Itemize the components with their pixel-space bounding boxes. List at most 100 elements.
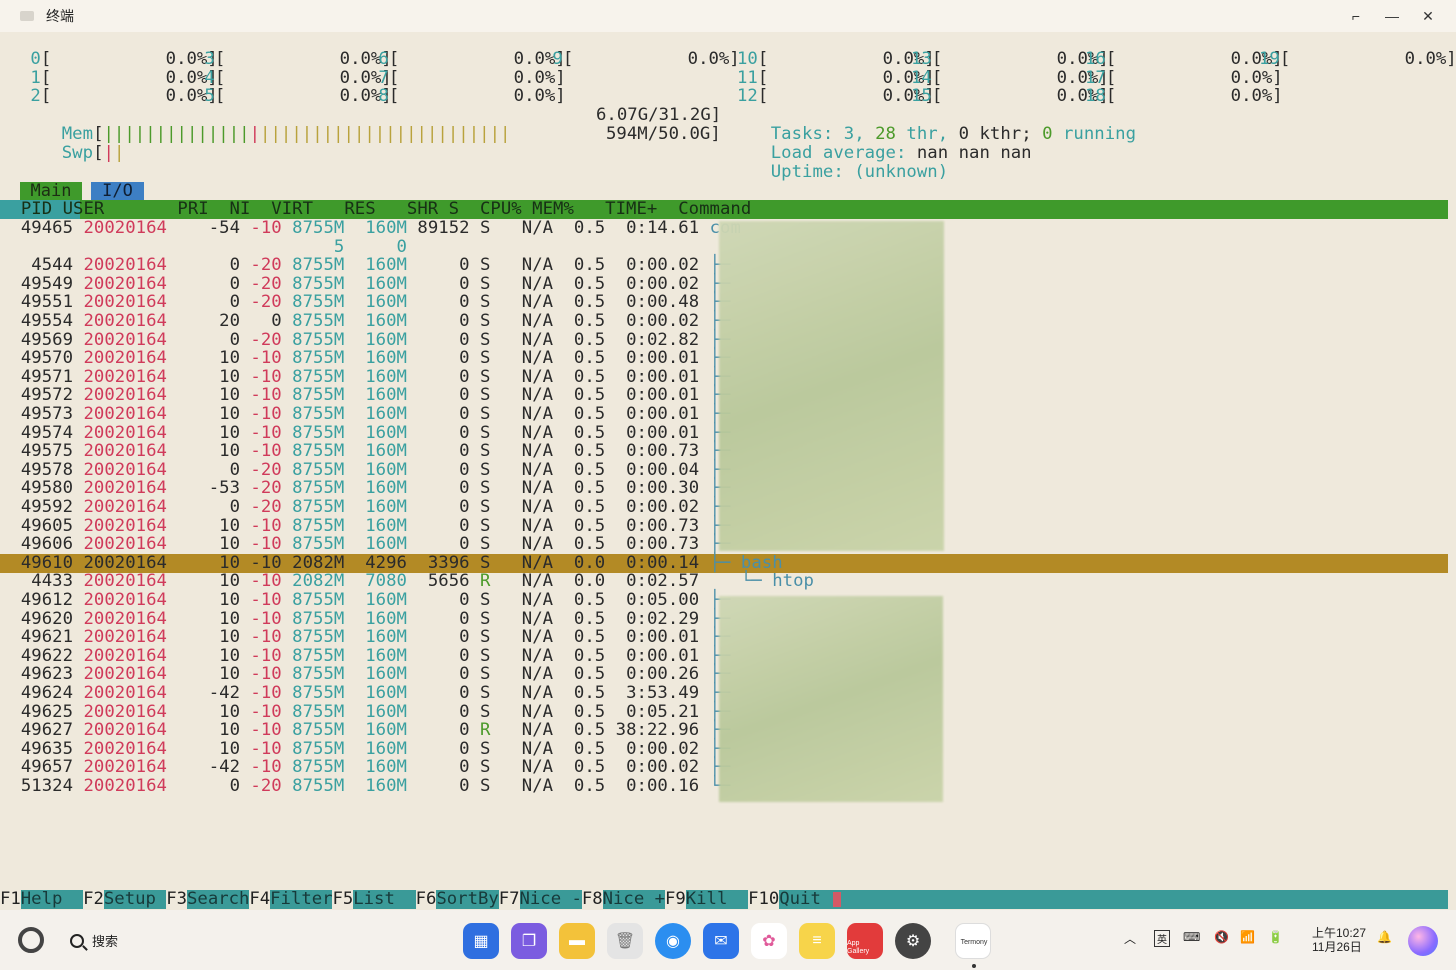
- cpu-meter-6: 6[ 0.0%]: [368, 49, 566, 69]
- start-button[interactable]: [18, 927, 44, 953]
- fn-label-f9[interactable]: Kill: [686, 890, 748, 909]
- battery-icon[interactable]: 🔋: [1268, 930, 1283, 944]
- table-row[interactable]: 49612 20020164 10 -10 8755M 160M 0 S N/A…: [0, 591, 731, 610]
- cpu-meter-5: 5[ 0.0%]: [194, 86, 392, 107]
- table-row[interactable]: 49575 20020164 10 -10 8755M 160M 0 S N/A…: [0, 442, 731, 461]
- clock-time: 上午10:27: [1312, 926, 1367, 940]
- chevron-up-icon[interactable]: ︿: [1124, 930, 1136, 947]
- restore-icon[interactable]: ⌐: [1338, 0, 1374, 32]
- fn-key-f10[interactable]: F10: [748, 890, 780, 909]
- fn-label-f6[interactable]: SortBy: [436, 890, 498, 909]
- close-icon[interactable]: ✕: [1410, 0, 1446, 32]
- ime-indicator[interactable]: 英: [1154, 930, 1170, 947]
- multitask-icon[interactable]: ❐: [511, 923, 547, 959]
- table-row[interactable]: 49606 20020164 10 -10 8755M 160M 0 S N/A…: [0, 535, 731, 554]
- cpu-meter-18: 18[ 0.0%]: [1085, 86, 1283, 107]
- fn-label-f2[interactable]: Setup: [104, 890, 166, 909]
- table-row[interactable]: 4433 20020164 10 -10 2082M 7080 5656 R N…: [0, 572, 814, 591]
- table-row[interactable]: 49570 20020164 10 -10 8755M 160M 0 S N/A…: [0, 349, 731, 368]
- assistant-orb-icon[interactable]: [1408, 926, 1438, 956]
- cpu-meter-14: 14[ 0.0%]: [911, 67, 1109, 88]
- minimize-icon[interactable]: —: [1374, 0, 1410, 32]
- files-icon[interactable]: ▬: [559, 923, 595, 959]
- fn-key-f5[interactable]: F5: [332, 890, 354, 909]
- table-row[interactable]: 49572 20020164 10 -10 8755M 160M 0 S N/A…: [0, 386, 731, 405]
- table-row[interactable]: 49571 20020164 10 -10 8755M 160M 0 S N/A…: [0, 367, 731, 387]
- fn-label-f4[interactable]: Filter: [270, 890, 332, 909]
- cpu-meter-19: 19[ 0.0%]: [1259, 49, 1456, 69]
- cpu-meter-1: 1[ 0.0%]: [20, 67, 218, 88]
- browser-icon[interactable]: ◉: [655, 923, 691, 959]
- table-row[interactable]: 49622 20020164 10 -10 8755M 160M 0 S N/A…: [0, 646, 731, 666]
- fn-key-f8[interactable]: F8: [581, 890, 603, 909]
- window-title: 终端: [46, 8, 74, 24]
- fn-key-f2[interactable]: F2: [83, 890, 104, 909]
- fn-key-f6[interactable]: F6: [415, 890, 437, 909]
- table-row[interactable]: 4544 20020164 0 -20 8755M 160M 0 S N/A 0…: [0, 256, 730, 275]
- tab-main[interactable]: Main: [20, 182, 82, 200]
- table-row[interactable]: 49627 20020164 10 -10 8755M 160M 0 R N/A…: [0, 721, 731, 740]
- tasks-info: Tasks: 3, 28 thr, 0 kthr; 0 running: [770, 123, 1137, 144]
- table-row[interactable]: 49610 20020164 10 -10 2082M 4296 3396 S …: [0, 553, 783, 573]
- photos-icon[interactable]: ✿: [751, 923, 787, 959]
- app-center-icon[interactable]: ▦: [463, 923, 499, 959]
- fn-key-f1[interactable]: F1: [0, 890, 21, 909]
- fn-key-f3[interactable]: F3: [166, 890, 188, 909]
- table-row[interactable]: 49620 20020164 10 -10 8755M 160M 0 S N/A…: [0, 609, 731, 629]
- keyboard-icon[interactable]: ⌨: [1183, 930, 1200, 944]
- title-bar: 终端 ⌐ — ✕: [0, 0, 1456, 32]
- clock-date: 11月26日: [1312, 940, 1362, 954]
- fn-label-f5[interactable]: List: [353, 890, 415, 909]
- fn-key-f4[interactable]: F4: [249, 890, 271, 909]
- table-row[interactable]: 49465 20020164 -54 -10 8755M 160M 89152 …: [0, 219, 741, 238]
- window-controls: ⌐ — ✕: [1338, 0, 1446, 32]
- notes-icon[interactable]: ≡: [799, 923, 835, 959]
- termony-app-icon: [20, 11, 34, 21]
- table-row[interactable]: 49573 20020164 10 -10 8755M 160M 0 S N/A…: [0, 405, 731, 424]
- taskbar-search[interactable]: 搜索: [70, 931, 118, 950]
- table-row[interactable]: 49621 20020164 10 -10 8755M 160M 0 S N/A…: [0, 628, 731, 647]
- fn-key-f9[interactable]: F9: [664, 890, 686, 909]
- mail-icon[interactable]: ✉: [703, 923, 739, 959]
- search-label: 搜索: [92, 934, 119, 949]
- cpu-meter-3: 3[ 0.0%]: [194, 49, 392, 69]
- terminal-area[interactable]: 0[ 0.0%] 1[ 0.0%] 2[ 0.0%] 3[ 0.0%] 4[ 0…: [0, 32, 1456, 910]
- fn-key-f7[interactable]: F7: [498, 890, 520, 909]
- cursor-marker: [833, 892, 841, 907]
- table-row[interactable]: 49635 20020164 10 -10 8755M 160M 0 S N/A…: [0, 739, 731, 759]
- termony-icon[interactable]: Termony: [955, 923, 991, 959]
- fn-label-f1[interactable]: Help: [21, 890, 83, 909]
- table-row[interactable]: 49551 20020164 0 -20 8755M 160M 0 S N/A …: [0, 293, 731, 312]
- cpu-meter-2: 2[ 0.0%]: [20, 86, 218, 107]
- notification-bell-icon[interactable]: 🔔: [1377, 930, 1392, 944]
- table-row[interactable]: 49592 20020164 0 -20 8755M 160M 0 S N/A …: [0, 498, 731, 517]
- table-row[interactable]: 49580 20020164 -53 -20 8755M 160M 0 S N/…: [0, 479, 731, 498]
- settings-gear-icon[interactable]: ⚙: [895, 923, 931, 959]
- cpu-meter-9: 9[ 0.0%]: [542, 49, 740, 69]
- table-row[interactable]: 49549 20020164 0 -20 8755M 160M 0 S N/A …: [0, 274, 731, 294]
- clock[interactable]: 上午10:27 11月26日: [1312, 926, 1366, 954]
- table-row[interactable]: 5 0: [0, 237, 699, 257]
- fn-label-f7[interactable]: Nice -: [520, 890, 582, 909]
- column-header[interactable]: PID USER PRI NI VIRT RES SHR S CPU% MEM%…: [0, 200, 1448, 219]
- table-row[interactable]: 49605 20020164 10 -10 8755M 160M 0 S N/A…: [0, 516, 731, 536]
- app-gallery-icon[interactable]: App Gallery: [847, 923, 883, 959]
- table-row[interactable]: 49578 20020164 0 -20 8755M 160M 0 S N/A …: [0, 460, 731, 480]
- table-row[interactable]: 49569 20020164 0 -20 8755M 160M 0 S N/A …: [0, 330, 731, 350]
- table-row[interactable]: 51324 20020164 0 -20 8755M 160M 0 S N/A …: [0, 777, 731, 796]
- tab-io[interactable]: I/O: [91, 182, 144, 200]
- swp-value: 594M/50.0G]: [606, 124, 721, 144]
- volume-mute-icon[interactable]: 🔇: [1214, 930, 1229, 944]
- table-row[interactable]: 49574 20020164 10 -10 8755M 160M 0 S N/A…: [0, 423, 731, 443]
- fn-label-f8[interactable]: Nice +: [603, 890, 665, 909]
- table-row[interactable]: 49624 20020164 -42 -10 8755M 160M 0 S N/…: [0, 684, 731, 703]
- table-row[interactable]: 49625 20020164 10 -10 8755M 160M 0 S N/A…: [0, 702, 731, 722]
- table-row[interactable]: 49657 20020164 -42 -10 8755M 160M 0 S N/…: [0, 758, 731, 777]
- trash-icon[interactable]: 🗑: [607, 923, 643, 959]
- table-row[interactable]: 49623 20020164 10 -10 8755M 160M 0 S N/A…: [0, 665, 731, 684]
- cpu-meter-13: 13[ 0.0%]: [911, 49, 1109, 69]
- cpu-meter-0: 0[ 0.0%]: [20, 49, 218, 69]
- fn-label-f3[interactable]: Search: [187, 890, 249, 909]
- table-row[interactable]: 49554 20020164 20 0 8755M 160M 0 S N/A 0…: [0, 312, 731, 331]
- wifi-icon[interactable]: 📶: [1240, 930, 1255, 944]
